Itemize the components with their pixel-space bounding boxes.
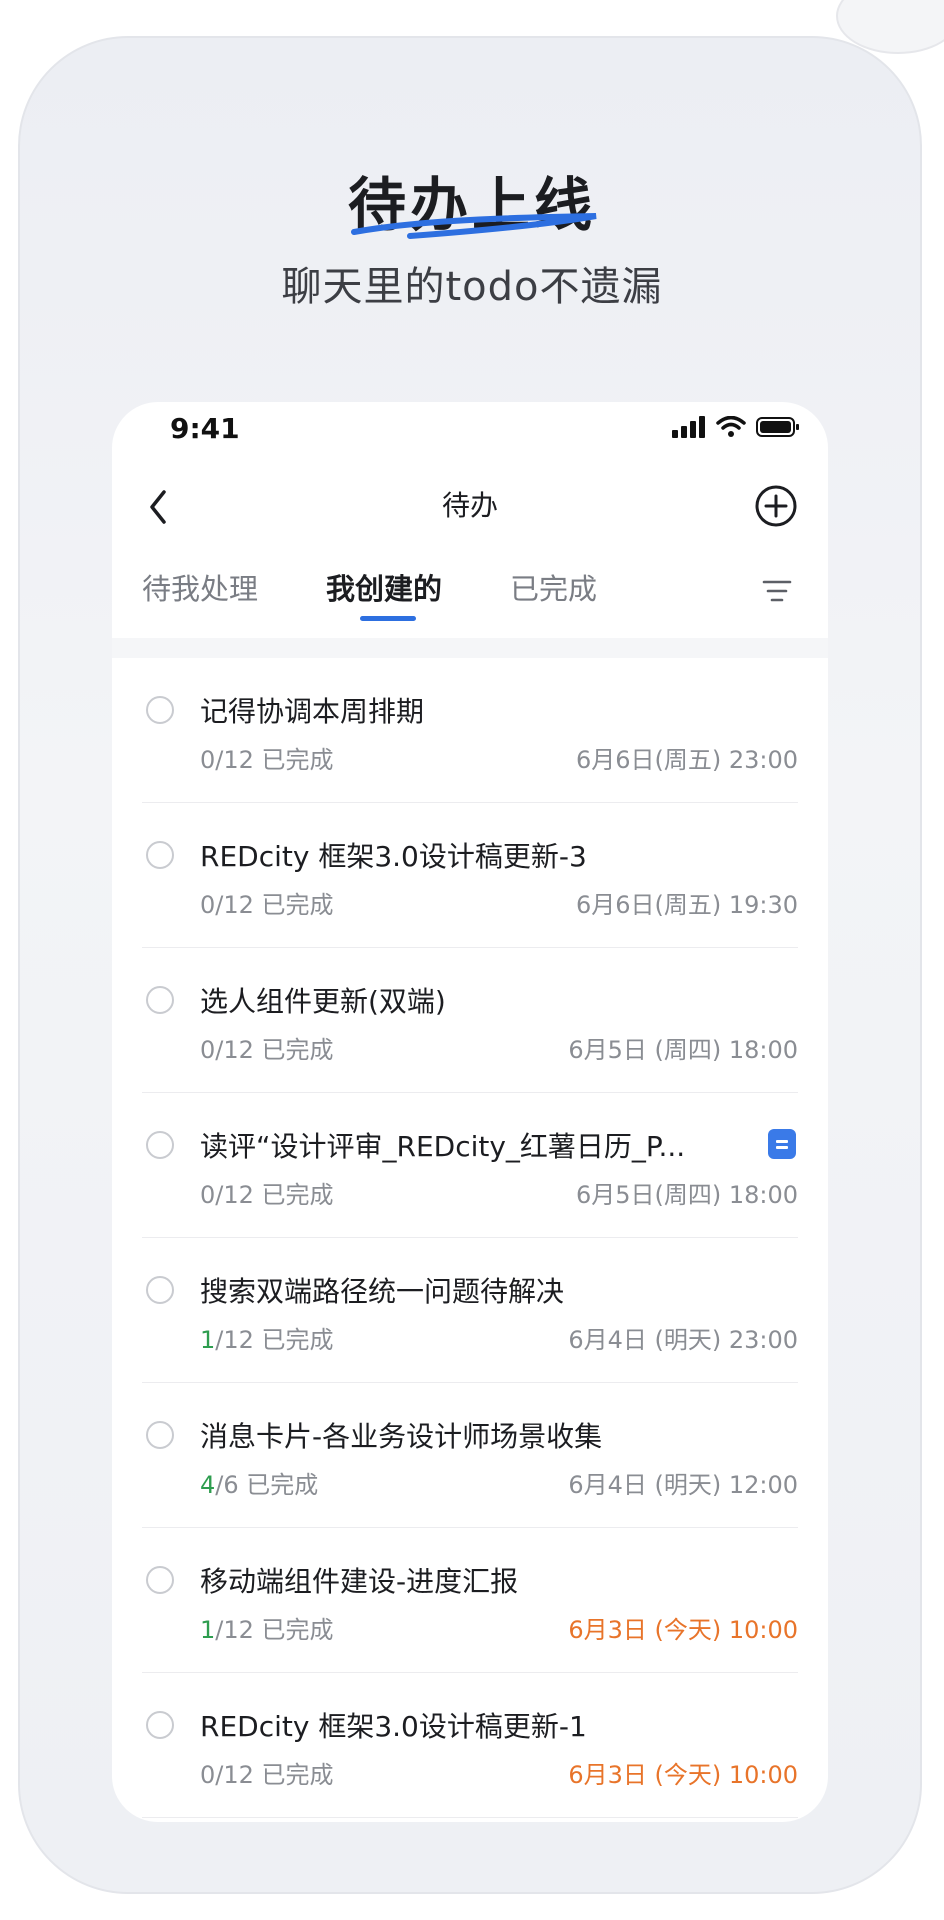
todo-checkbox[interactable] [146,1421,174,1449]
todo-due-date: 6月5日 (周四) 18:00 [568,1036,798,1064]
progress-label: 已完成 [253,1036,334,1064]
todo-title: 移动端组件建设-进度汇报 [200,1565,519,1598]
todo-list: 记得协调本周排期 0/12 已完成 6月6日(周五) 23:00 REDcity 框架… [112,658,828,1818]
todo-progress: 4/6 已完成 [200,1465,318,1500]
todo-item[interactable]: 选人组件更新(双端) 0/12 已完成 6月5日 (周四) 18:00 [112,948,828,1093]
todo-progress: 1/12 已完成 [200,1610,334,1645]
progress-total: /12 [215,1326,254,1354]
todo-due-date: 6月6日(周五) 19:30 [575,891,798,919]
todo-progress: 0/12 已完成 [200,740,334,775]
progress-done-count: 4 [200,1471,216,1499]
todo-checkbox[interactable] [146,841,174,869]
todo-item[interactable]: REDcity 框架3.0设计稿更新-3 0/12 已完成 6月6日(周五) 19:… [112,803,828,948]
progress-label: 已完成 [253,1761,334,1789]
todo-checkbox[interactable] [146,696,174,724]
battery-icon [756,417,799,437]
progress-done-count: 1 [200,1326,216,1354]
todo-checkbox[interactable] [146,1131,174,1159]
underline-swoosh-icon [351,213,597,239]
todo-due-date: 6月3日 (今天) 10:00 [568,1616,798,1644]
todo-checkbox[interactable] [146,1711,174,1739]
todo-title: 消息卡片-各业务设计师场景收集 [200,1420,603,1453]
todo-progress: 1/12 已完成 [200,1320,334,1355]
progress-done-count: 1 [200,1616,216,1644]
todo-checkbox[interactable] [146,986,174,1014]
document-icon[interactable] [768,1129,796,1159]
progress-total: /12 [215,1761,254,1789]
progress-done-count: 0 [200,746,216,774]
todo-due-date: 6月4日 (明天) 12:00 [568,1471,798,1499]
status-icons [672,416,800,438]
todo-title: REDcity 框架3.0设计稿更新-1 [200,1710,587,1743]
progress-label: 已完成 [253,1181,334,1209]
progress-total: /6 [215,1471,239,1499]
todo-due-date: 6月3日 (今天) 10:00 [568,1761,798,1789]
todo-item[interactable]: 搜索双端路径统一问题待解决 1/12 已完成 6月4日 (明天) 23:00 [112,1238,828,1383]
todo-due-date: 6月4日 (明天) 23:00 [568,1326,798,1354]
todo-progress: 0/12 已完成 [200,1030,334,1065]
tab-created-by-me[interactable]: 我创建的 [326,566,442,608]
tab-bar: 待我处理 我创建的 已完成 [112,566,828,626]
progress-done-count: 0 [200,1181,216,1209]
todo-item[interactable]: REDcity 框架3.0设计稿更新-1 0/12 已完成 6月3日 (今天) 10… [112,1673,828,1818]
progress-done-count: 0 [200,891,216,919]
tab-pending-mine[interactable]: 待我处理 [142,566,258,608]
progress-total: /12 [215,1616,254,1644]
todo-item[interactable]: 记得协调本周排期 0/12 已完成 6月6日(周五) 23:00 [112,658,828,803]
promo-subheadline: 聊天里的todo不遗漏 [281,264,663,310]
todo-progress: 0/12 已完成 [200,1755,334,1790]
active-tab-indicator [360,616,416,621]
phone-screen: 9:41 待办 待我处理 我创建的 已完成 记得协调本周排期 0/12 已完成 … [112,402,828,1822]
status-time: 9:41 [170,412,240,445]
todo-item[interactable]: 消息卡片-各业务设计师场景收集 4/6 已完成 6月4日 (明天) 12:00 [112,1383,828,1528]
todo-due-date: 6月6日(周五) 23:00 [575,746,798,774]
todo-title: 搜索双端路径统一问题待解决 [200,1275,565,1308]
todo-title: 读评“设计评审_REDcity_红薯日历_P... [200,1130,686,1163]
decorative-blob [836,0,944,54]
wifi-icon [716,416,746,437]
todo-checkbox[interactable] [146,1566,174,1594]
progress-label: 已完成 [253,1616,334,1644]
signal-icon [672,416,705,438]
todo-title: 记得协调本周排期 [200,695,425,728]
progress-total: /12 [215,746,254,774]
progress-label: 已完成 [253,1326,334,1354]
todo-item[interactable]: 读评“设计评审_REDcity_红薯日历_P... 0/12 已完成 6月5日(周四… [112,1093,828,1238]
progress-label: 已完成 [253,746,334,774]
section-separator [112,638,828,658]
filter-icon[interactable] [762,578,792,604]
progress-label: 已完成 [253,891,334,919]
progress-done-count: 0 [200,1036,216,1064]
todo-title: REDcity 框架3.0设计稿更新-3 [200,840,587,873]
todo-title: 选人组件更新(双端) [200,985,446,1018]
todo-item[interactable]: 移动端组件建设-进度汇报 1/12 已完成 6月3日 (今天) 10:00 [112,1528,828,1673]
progress-label: 已完成 [238,1471,319,1499]
plus-circle-icon[interactable] [754,484,798,528]
todo-progress: 0/12 已完成 [200,885,334,920]
tab-completed[interactable]: 已完成 [510,566,597,608]
row-divider [142,1817,798,1818]
progress-done-count: 0 [200,1761,216,1789]
todo-checkbox[interactable] [146,1276,174,1304]
todo-progress: 0/12 已完成 [200,1175,334,1210]
page-title: 待办 [441,489,498,522]
todo-due-date: 6月5日(周四) 18:00 [575,1181,798,1209]
progress-total: /12 [215,1181,254,1209]
progress-total: /12 [215,891,254,919]
progress-total: /12 [215,1036,254,1064]
